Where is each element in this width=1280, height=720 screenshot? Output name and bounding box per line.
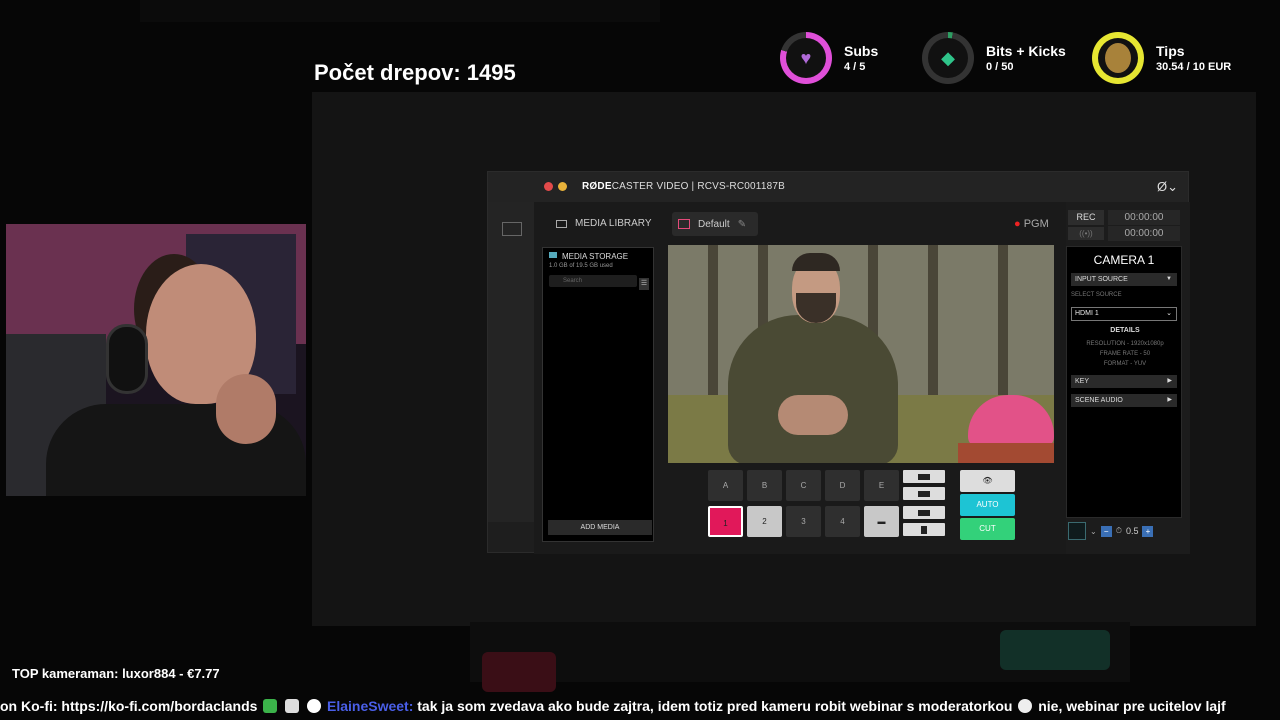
- overlay-icon[interactable]: [903, 523, 945, 536]
- goal-value: 4 / 5: [844, 61, 866, 73]
- chevron-down-icon[interactable]: ⌄: [1090, 527, 1097, 536]
- key-expander[interactable]: KEY ▶: [1071, 375, 1177, 388]
- program-preview: [668, 245, 1054, 463]
- minus-button[interactable]: −: [1100, 525, 1112, 537]
- search-input[interactable]: Search: [549, 275, 637, 287]
- resolution-text: RESOLUTION - 1920x1080p: [1086, 341, 1164, 347]
- caret-down-icon: ▼: [1166, 276, 1172, 282]
- rec-timer: 00:00:00: [1108, 210, 1180, 225]
- camera-title: CAMERA 1: [1093, 253, 1155, 267]
- storage-title: MEDIA STORAGE: [562, 252, 629, 261]
- transition-footer: ⌄ − ⏱ 0.5 +: [1068, 520, 1184, 542]
- ticker-prefix: on Ko-fi: https://ko-fi.com/bordaclands: [0, 698, 258, 714]
- cut-button[interactable]: CUT: [960, 518, 1015, 540]
- source-button-c[interactable]: C: [786, 470, 821, 501]
- goal-ring: [1092, 32, 1144, 84]
- source-button-e[interactable]: E: [864, 470, 899, 501]
- check-emote-icon: [263, 699, 278, 713]
- add-media-button[interactable]: ADD MEDIA: [548, 520, 652, 535]
- stream-timer: 00:00:00: [1108, 226, 1180, 241]
- preview-eye-button[interactable]: 👁: [960, 470, 1015, 492]
- goal-value: 30.54 / 10 EUR: [1156, 61, 1232, 73]
- chat-message-2: nie, webinar pre ucitelov lajf: [1038, 698, 1226, 714]
- scene-selector[interactable]: Default ✎: [672, 212, 758, 236]
- scene-audio-expander[interactable]: SCENE AUDIO ▶: [1071, 394, 1177, 407]
- storage-icon: [549, 252, 557, 258]
- app-title: RØDECASTER VIDEO | RCVS-RC001187B: [582, 181, 785, 192]
- blurred-top-bar: [140, 0, 660, 22]
- chevron-down-icon: ⌄: [1166, 310, 1172, 317]
- select-source-label: SELECT SOURCE: [1071, 292, 1122, 298]
- storage-usage: 1.0 GB of 19.5 GB used: [549, 263, 613, 269]
- blurred-red-button: [482, 652, 556, 692]
- calendar-emote-icon: [285, 699, 300, 713]
- edit-icon[interactable]: ✎: [738, 219, 746, 230]
- side-strip: [488, 202, 534, 522]
- device-icon[interactable]: [502, 222, 522, 236]
- timer-icon: ⏱: [1115, 526, 1122, 535]
- frame-rate-text: FRAME RATE - 50: [1099, 351, 1151, 357]
- details-heading: DETAILS: [1110, 327, 1140, 334]
- account-menu-icon[interactable]: Ø⌄: [1157, 179, 1178, 195]
- source-button-4[interactable]: 4: [825, 506, 860, 537]
- filter-icon[interactable]: ☰: [639, 278, 649, 290]
- chat-ticker: on Ko-fi: https://ko-fi.com/bordaclands …: [0, 698, 1280, 720]
- goal-name: Bits + Kicks: [986, 43, 1066, 59]
- caret-right-icon: ▶: [1167, 378, 1172, 384]
- gem-icon: ◆: [928, 38, 968, 78]
- scene-icon: [678, 219, 690, 229]
- chat-username: ElaineSweet:: [327, 698, 414, 714]
- clapper-icon[interactable]: [903, 470, 945, 483]
- goal-bits: ◆ Bits + Kicks 0 / 50: [922, 30, 1066, 86]
- headphones: [106, 324, 148, 394]
- tab-media-library[interactable]: MEDIA LIBRARY: [556, 218, 652, 229]
- transition-thumbnail[interactable]: [1068, 522, 1086, 540]
- pgm-indicator: ● PGM: [1014, 218, 1049, 230]
- pip-icon[interactable]: [903, 506, 945, 519]
- close-dot[interactable]: [544, 182, 553, 191]
- auto-button[interactable]: AUTO: [960, 494, 1015, 516]
- title-bar: RØDECASTER VIDEO | RCVS-RC001187B Ø⌄: [488, 172, 1188, 202]
- format-text: FORMAT - YUV: [1103, 361, 1147, 367]
- heart-icon: ♥: [786, 38, 826, 78]
- goal-tips: Tips 30.54 / 10 EUR: [1092, 30, 1231, 86]
- transition-duration: 0.5: [1125, 526, 1139, 536]
- skull-emote-icon: [307, 699, 322, 713]
- camera-panel: REC ((•)) 00:00:00 00:00:00 CAMERA 1 INP…: [1066, 202, 1190, 554]
- camera-settings: CAMERA 1 INPUT SOURCE ▼ SELECT SOURCE HDM…: [1066, 246, 1182, 518]
- source-button-2[interactable]: 2: [747, 506, 782, 537]
- webcam-feed: [6, 224, 306, 496]
- top-cameraman: TOP kameraman: luxor884 - €7.77: [12, 666, 220, 681]
- layers-icon[interactable]: [903, 487, 945, 500]
- rodecaster-window: RØDECASTER VIDEO | RCVS-RC001187B Ø⌄ MED…: [487, 171, 1190, 554]
- source-button-b[interactable]: B: [747, 470, 782, 501]
- stream-button[interactable]: ((•)): [1068, 227, 1104, 240]
- source-button-3[interactable]: 3: [786, 506, 821, 537]
- main-area: MEDIA LIBRARY Default ✎ ● PGM MEDIA STOR…: [534, 202, 1070, 554]
- source-button-1[interactable]: 1: [708, 506, 743, 537]
- media-storage-panel: MEDIA STORAGE 1.0 GB of 19.5 GB used Sea…: [542, 247, 654, 542]
- chat-message: tak ja som zvedava ako bude zajtra, idem…: [417, 698, 1013, 714]
- source-select[interactable]: HDMI 1 ⌄: [1071, 307, 1177, 321]
- squat-counter: Počet drepov: 1495: [314, 60, 516, 85]
- goal-name: Subs: [844, 43, 879, 59]
- source-button-layout[interactable]: ▬: [864, 506, 899, 537]
- goal-ring: ◆: [922, 32, 974, 84]
- source-button-a[interactable]: A: [708, 470, 743, 501]
- goal-value: 0 / 50: [986, 61, 1014, 73]
- coin-icon: [1098, 38, 1138, 78]
- library-icon: [556, 219, 567, 228]
- plus-button[interactable]: +: [1142, 525, 1154, 537]
- caret-right-icon: ▶: [1167, 397, 1172, 403]
- input-source-dropdown[interactable]: INPUT SOURCE ▼: [1071, 273, 1177, 286]
- source-button-d[interactable]: D: [825, 470, 860, 501]
- rec-button[interactable]: REC: [1068, 210, 1104, 225]
- blurred-bottom-strip: [470, 622, 1130, 692]
- blurred-green-button: [1000, 630, 1110, 670]
- goal-subs: ♥ Subs 4 / 5: [780, 30, 878, 86]
- minimize-dot[interactable]: [558, 182, 567, 191]
- goal-name: Tips: [1156, 43, 1185, 59]
- grin-emote-icon: [1018, 699, 1033, 713]
- goal-ring: ♥: [780, 32, 832, 84]
